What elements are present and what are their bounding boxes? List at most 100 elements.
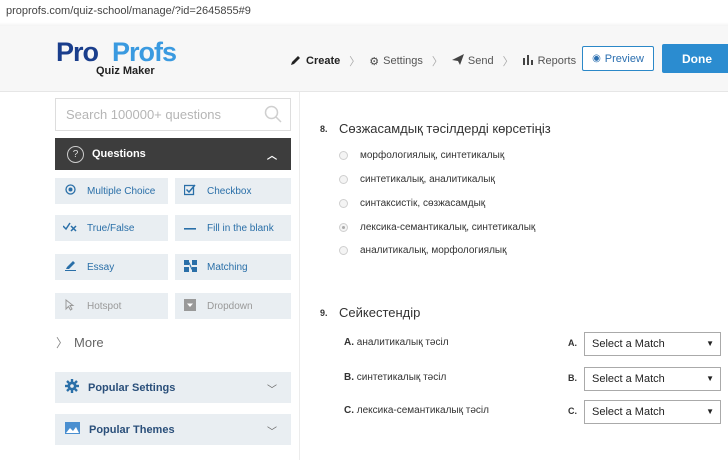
question-number: 9. — [320, 308, 328, 318]
chevron-right-icon: 〉 — [431, 56, 443, 68]
select-value: Select a Match — [592, 373, 665, 385]
popular-settings-panel[interactable]: Popular Settings ﹀ — [55, 372, 291, 403]
qtype-label: Checkbox — [207, 185, 252, 197]
match-select[interactable]: Select a Match ▼ — [584, 332, 721, 356]
match-row: B. синтетикалық тәсіл B. Select a Match … — [344, 367, 724, 391]
question-text[interactable]: Сейкестендір — [339, 305, 420, 320]
question-search — [55, 98, 291, 131]
question-text[interactable]: Сөзжасамдық тәсілдерді көрсетіңіз — [339, 121, 551, 136]
chevron-right-icon: 〉 — [349, 56, 361, 68]
sidebar: ? Questions ︿ Multiple Choice Checkbox T… — [0, 92, 300, 460]
questions-panel-header[interactable]: ? Questions ︿ — [55, 138, 291, 170]
qtype-dropdown[interactable]: Dropdown — [175, 293, 291, 319]
logo-text-pro: Pro — [56, 37, 99, 67]
app-header: Pro Profs Quiz Maker Create 〉 ⚙ Settings… — [0, 26, 728, 92]
search-input[interactable] — [56, 99, 256, 130]
radio-button[interactable] — [339, 175, 348, 184]
caret-down-icon: ▼ — [706, 374, 714, 383]
pencil-icon — [290, 54, 302, 69]
match-key: C. — [344, 405, 354, 416]
match-label: аналитикалық тәсіл — [356, 337, 449, 348]
send-icon — [451, 54, 464, 68]
essay-icon — [63, 260, 77, 274]
option-label: синтаксистік, сөзжасамдық — [360, 198, 486, 209]
dash-icon — [183, 222, 197, 234]
address-bar[interactable]: proprofs.com/quiz-school/manage/?id=2645… — [0, 0, 728, 26]
select-value: Select a Match — [592, 338, 665, 350]
preview-button[interactable]: ◉ Preview — [582, 46, 654, 71]
answer-option[interactable]: лексика-семантикалық, синтетикалық — [339, 222, 535, 233]
help-icon: ? — [67, 145, 84, 163]
wizard-steps: Create 〉 ⚙ Settings 〉 Send 〉 Reports — [290, 53, 576, 69]
qtype-label: Matching — [207, 261, 248, 273]
checkbox-icon — [183, 184, 197, 199]
radio-button[interactable] — [339, 151, 348, 160]
match-item: A. аналитикалық тәсіл — [344, 337, 449, 348]
popular-themes-panel[interactable]: Popular Themes ﹀ — [55, 414, 291, 445]
chevron-right-icon: 〉 — [502, 56, 514, 68]
question-editor: 8. Сөзжасамдық тәсілдерді көрсетіңіз мор… — [301, 92, 728, 460]
url-text: proprofs.com/quiz-school/manage/?id=2645… — [6, 5, 251, 17]
chevron-down-icon: ﹀ — [267, 385, 277, 396]
eye-icon: ◉ — [592, 53, 601, 64]
step-label: Create — [306, 55, 341, 67]
matching-icon — [183, 259, 197, 275]
answer-option[interactable]: аналитикалық, морфологиялық — [339, 245, 506, 256]
qtype-essay[interactable]: Essay — [55, 254, 168, 280]
step-send[interactable]: Send — [451, 54, 494, 68]
qtype-label: Multiple Choice — [87, 185, 156, 197]
qtype-matching[interactable]: Matching — [175, 254, 291, 280]
qtype-label: Dropdown — [207, 300, 253, 312]
match-item: B. синтетикалық тәсіл — [344, 372, 446, 383]
match-key: A. — [344, 337, 354, 348]
answer-option[interactable]: синтаксистік, сөзжасамдық — [339, 198, 485, 209]
check-cross-icon — [62, 221, 77, 235]
step-settings[interactable]: ⚙ Settings — [369, 55, 423, 68]
match-select[interactable]: Select a Match ▼ — [584, 367, 721, 391]
qtype-label: Fill in the blank — [207, 222, 274, 234]
qtype-label: Essay — [87, 261, 115, 273]
match-key: B. — [344, 372, 354, 383]
chevron-down-icon: ﹀ — [267, 427, 277, 438]
match-label: лексика-семантикалық тәсіл — [356, 405, 489, 416]
image-icon — [65, 422, 80, 437]
qtype-label: Hotspot — [87, 300, 122, 312]
match-row: A. аналитикалық тәсіл A. Select a Match … — [344, 332, 724, 356]
match-letter: C. — [568, 406, 577, 416]
qtype-hotspot[interactable]: Hotspot — [55, 293, 168, 319]
answer-option[interactable]: синтетикалық, аналитикалық — [339, 174, 495, 185]
radio-button-selected[interactable] — [339, 223, 348, 232]
step-label: Send — [467, 55, 494, 67]
match-select[interactable]: Select a Match ▼ — [584, 400, 721, 424]
qtype-checkbox[interactable]: Checkbox — [175, 178, 291, 204]
step-label: Reports — [537, 55, 577, 67]
panel-label: Popular Settings — [88, 381, 176, 394]
answer-option[interactable]: морфологиялық, синтетикалық — [339, 150, 504, 161]
qtype-true-false[interactable]: True/False — [55, 215, 168, 241]
done-button[interactable]: Done — [662, 44, 728, 73]
match-label: синтетикалық тәсіл — [356, 372, 447, 383]
more-link[interactable]: 〉 More — [56, 334, 104, 351]
panel-label: Popular Themes — [89, 423, 175, 436]
option-label: лексика-семантикалық, синтетикалық — [360, 222, 536, 233]
logo-subtitle: Quiz Maker — [96, 65, 155, 77]
proprofs-logo[interactable]: Pro Profs Quiz Maker — [56, 37, 177, 77]
select-value: Select a Match — [592, 406, 665, 418]
step-create[interactable]: Create — [290, 54, 340, 69]
radio-button[interactable] — [339, 246, 348, 255]
option-label: аналитикалық, морфологиялық — [360, 245, 507, 256]
chevron-right-icon: 〉 — [56, 336, 69, 350]
match-letter: B. — [568, 373, 577, 383]
caret-down-icon: ▼ — [706, 407, 714, 416]
gear-icon — [65, 379, 79, 396]
search-icon[interactable] — [264, 105, 282, 123]
question-number: 8. — [320, 124, 328, 134]
chevron-up-icon: ︿ — [267, 151, 277, 162]
dropdown-icon — [183, 298, 197, 314]
qtype-multiple-choice[interactable]: Multiple Choice — [55, 178, 168, 204]
radio-button[interactable] — [339, 199, 348, 208]
hotspot-icon — [63, 298, 77, 314]
questions-label: Questions — [92, 148, 146, 160]
qtype-fill-blank[interactable]: Fill in the blank — [175, 215, 291, 241]
step-reports[interactable]: Reports — [522, 54, 577, 68]
